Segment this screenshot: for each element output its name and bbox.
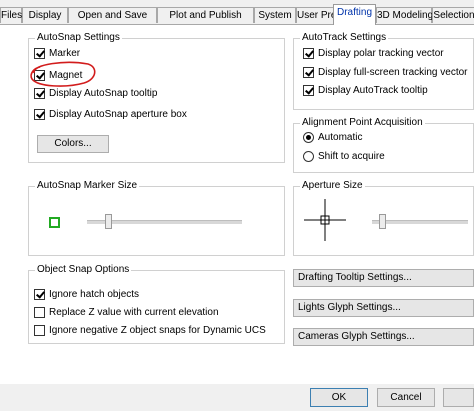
autotrack-tooltip-label: Display AutoTrack tooltip: [318, 84, 428, 96]
fullscreen-tracking-label: Display full-screen tracking vector: [318, 66, 468, 78]
shift-acquire-radio[interactable]: [303, 150, 314, 162]
autosnap-tooltip-checkbox[interactable]: [34, 87, 45, 99]
drafting-tooltip-settings-button[interactable]: Drafting Tooltip Settings...: [293, 269, 474, 287]
tab-display[interactable]: Display: [22, 7, 68, 23]
autotrack-tooltip-checkbox[interactable]: [303, 84, 314, 96]
tab-files[interactable]: Files: [0, 7, 22, 23]
partial-button[interactable]: [443, 388, 474, 407]
tab-open-and-save[interactable]: Open and Save: [68, 7, 157, 23]
drafting-panel: AutoSnap Settings Marker Magnet Display …: [0, 24, 474, 384]
alignment-point-group: Alignment Point Acquisition Automatic Sh…: [293, 117, 474, 173]
ignore-negative-z-row[interactable]: Ignore negative Z object snaps for Dynam…: [34, 323, 266, 337]
aperture-size-slider-track[interactable]: [372, 220, 468, 224]
aperture-box-checkbox[interactable]: [34, 108, 45, 120]
fullscreen-tracking-row[interactable]: Display full-screen tracking vector: [303, 65, 468, 79]
autotrack-tooltip-row[interactable]: Display AutoTrack tooltip: [303, 83, 428, 97]
object-snap-options-title: Object Snap Options: [35, 264, 132, 275]
fullscreen-tracking-checkbox[interactable]: [303, 66, 314, 78]
tab-strip: Files Display Open and Save Plot and Pub…: [0, 0, 474, 25]
autosnap-settings-title: AutoSnap Settings: [35, 32, 122, 43]
marker-checkbox[interactable]: [34, 47, 45, 59]
marker-size-slider-thumb[interactable]: [104, 214, 112, 229]
automatic-radio[interactable]: [303, 131, 314, 143]
object-snap-options-group: Object Snap Options Ignore hatch objects…: [28, 264, 285, 344]
tab-3d-modeling[interactable]: 3D Modeling: [376, 7, 433, 23]
replace-z-row[interactable]: Replace Z value with current elevation: [34, 305, 219, 319]
marker-checkbox-row[interactable]: Marker: [34, 46, 80, 60]
dialog-button-bar: OK Cancel: [0, 384, 474, 411]
ignore-negative-z-checkbox[interactable]: [34, 324, 45, 336]
polar-tracking-label: Display polar tracking vector: [318, 47, 444, 59]
autotrack-settings-title: AutoTrack Settings: [300, 32, 389, 43]
marker-preview-icon: [49, 217, 60, 228]
aperture-size-title: Aperture Size: [300, 180, 365, 191]
shift-acquire-label: Shift to acquire: [318, 150, 385, 162]
ignore-hatch-checkbox[interactable]: [34, 288, 45, 300]
polar-tracking-checkbox[interactable]: [303, 47, 314, 59]
tab-drafting[interactable]: Drafting: [333, 4, 376, 25]
tab-selection[interactable]: Selection: [432, 7, 474, 23]
cancel-button[interactable]: Cancel: [377, 388, 435, 407]
aperture-box-row[interactable]: Display AutoSnap aperture box: [34, 107, 187, 121]
aperture-box-label: Display AutoSnap aperture box: [49, 108, 187, 120]
lights-glyph-settings-button[interactable]: Lights Glyph Settings...: [293, 299, 474, 317]
aperture-crosshair-icon: [304, 199, 346, 241]
ignore-hatch-label: Ignore hatch objects: [49, 288, 140, 300]
magnet-highlight-ellipse: [30, 61, 96, 87]
aperture-size-group: Aperture Size: [293, 180, 474, 256]
ignore-negative-z-label: Ignore negative Z object snaps for Dynam…: [49, 324, 266, 336]
automatic-radio-row[interactable]: Automatic: [303, 130, 362, 144]
autosnap-tooltip-label: Display AutoSnap tooltip: [49, 87, 158, 99]
shift-acquire-radio-row[interactable]: Shift to acquire: [303, 149, 385, 163]
aperture-size-slider-thumb[interactable]: [379, 214, 387, 229]
replace-z-label: Replace Z value with current elevation: [49, 306, 219, 318]
automatic-label: Automatic: [318, 131, 363, 143]
cameras-glyph-settings-button[interactable]: Cameras Glyph Settings...: [293, 328, 474, 346]
autotrack-settings-group: AutoTrack Settings Display polar trackin…: [293, 32, 474, 110]
tab-plot-and-publish[interactable]: Plot and Publish: [157, 7, 254, 23]
marker-label: Marker: [49, 47, 81, 59]
autosnap-settings-group: AutoSnap Settings Marker Magnet Display …: [28, 32, 285, 163]
ignore-hatch-row[interactable]: Ignore hatch objects: [34, 287, 139, 301]
polar-tracking-row[interactable]: Display polar tracking vector: [303, 46, 444, 60]
tab-system[interactable]: System: [254, 7, 296, 23]
marker-size-title: AutoSnap Marker Size: [35, 180, 140, 191]
ok-button[interactable]: OK: [310, 388, 368, 407]
marker-size-group: AutoSnap Marker Size: [28, 180, 285, 256]
colors-button[interactable]: Colors...: [37, 135, 109, 153]
alignment-point-title: Alignment Point Acquisition: [300, 117, 425, 128]
replace-z-checkbox[interactable]: [34, 306, 45, 318]
